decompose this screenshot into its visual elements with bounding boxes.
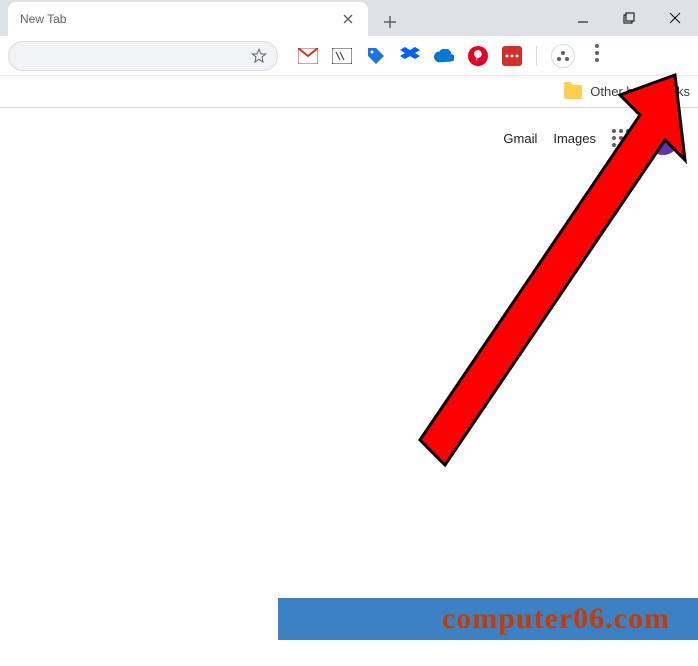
minimize-button[interactable] <box>560 0 606 36</box>
tag-extension-icon[interactable] <box>366 46 386 66</box>
close-tab-icon[interactable] <box>340 11 356 27</box>
extension-icon-2[interactable] <box>332 46 352 66</box>
gmail-extension-icon[interactable] <box>298 46 318 66</box>
maximize-button[interactable] <box>606 0 652 36</box>
tab-title: New Tab <box>20 12 340 26</box>
window-controls <box>560 0 698 36</box>
browser-tab[interactable]: New Tab <box>8 2 368 36</box>
images-link[interactable]: Images <box>553 131 596 146</box>
watermark-text: computer06.com <box>442 602 670 636</box>
address-bar[interactable] <box>8 41 278 71</box>
pinterest-extension-icon[interactable] <box>468 46 488 66</box>
profile-button[interactable] <box>551 44 575 68</box>
onedrive-extension-icon[interactable] <box>434 46 454 66</box>
gmail-link[interactable]: Gmail <box>503 131 537 146</box>
content-header-links: Gmail Images M <box>0 108 698 168</box>
folder-icon[interactable] <box>564 85 582 99</box>
dropbox-extension-icon[interactable] <box>400 46 420 66</box>
bookmark-star-icon[interactable] <box>251 48 267 64</box>
chrome-menu-button[interactable] <box>595 44 599 67</box>
toolbar-divider <box>536 46 537 66</box>
new-tab-button[interactable] <box>376 8 404 36</box>
browser-toolbar <box>0 36 698 76</box>
bookmarks-bar: Other bookmarks <box>0 76 698 108</box>
other-bookmarks-label[interactable]: Other bookmarks <box>590 84 690 99</box>
extensions-row <box>298 44 599 68</box>
close-window-button[interactable] <box>652 0 698 36</box>
lastpass-extension-icon[interactable] <box>502 46 522 66</box>
account-avatar[interactable]: M <box>646 121 680 155</box>
tab-strip: New Tab <box>0 0 698 36</box>
google-apps-icon[interactable] <box>612 129 630 147</box>
